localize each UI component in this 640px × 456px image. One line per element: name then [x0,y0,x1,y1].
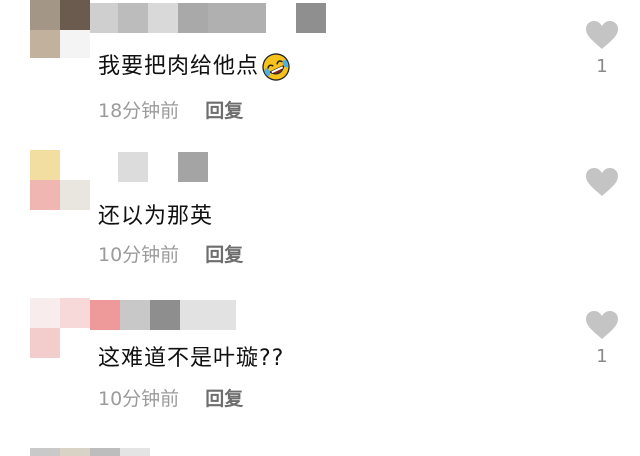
next-comment-partial [30,448,150,456]
timestamp: 18分钟前 [98,100,180,122]
avatar[interactable] [30,0,90,58]
comment-text: 我要把肉给他点 [98,48,291,82]
like-button[interactable]: 1 [582,310,622,368]
heart-icon [586,311,618,339]
like-count: 1 [596,56,608,77]
like-count [582,203,622,225]
like-button[interactable]: 1 [582,20,622,78]
rolling-laughing-emoji-icon [261,52,291,82]
heart-icon [586,168,618,196]
username-blurred[interactable] [90,3,326,33]
heart-icon [586,21,618,49]
reply-button[interactable]: 回复 [205,244,243,266]
avatar[interactable] [30,150,90,210]
like-button[interactable] [582,167,622,225]
username-blurred[interactable] [118,152,208,182]
like-count: 1 [596,346,608,367]
comment-meta: 10分钟前 回复 [98,384,243,411]
comment-text: 这难道不是叶璇?? [98,346,285,371]
avatar[interactable] [30,298,90,358]
timestamp: 10分钟前 [98,388,180,410]
reply-button[interactable]: 回复 [205,388,243,410]
comment-meta: 10分钟前 回复 [98,240,243,267]
username-blurred[interactable] [90,300,236,330]
reply-button[interactable]: 回复 [205,100,243,122]
comment-text: 还以为那英 [98,204,214,229]
comment-meta: 18分钟前 回复 [98,96,243,123]
timestamp: 10分钟前 [98,244,180,266]
